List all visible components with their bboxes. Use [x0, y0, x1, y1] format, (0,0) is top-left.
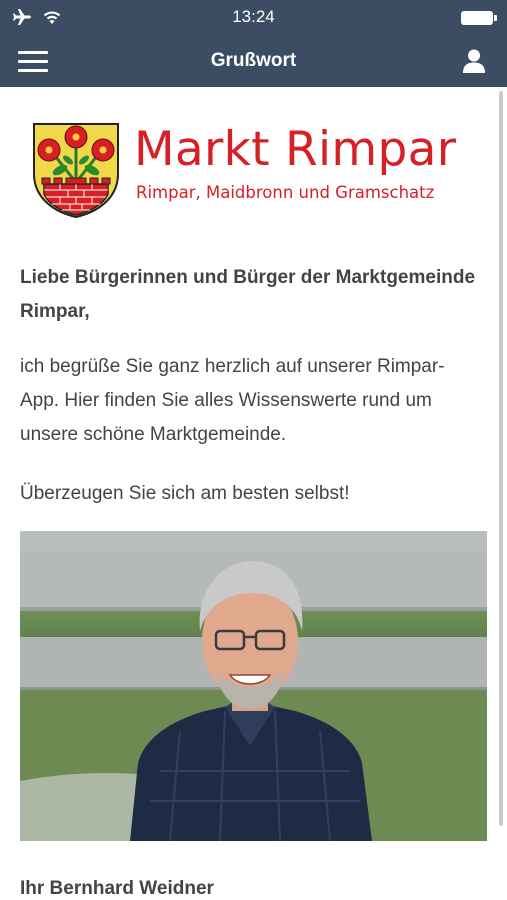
- status-bar: 13:24: [0, 0, 507, 36]
- nav-bar: Grußwort: [0, 36, 507, 87]
- greeting-text: Liebe Bürgerinnen und Bürger der Marktge…: [20, 267, 476, 322]
- page-title: Grußwort: [210, 50, 297, 71]
- closing-text: Überzeugen Sie sich am besten selbst!: [20, 483, 350, 504]
- coat-of-arms-icon: [33, 123, 119, 218]
- status-time: 13:24: [232, 7, 275, 26]
- scrollbar[interactable]: [499, 91, 503, 826]
- mayor-photo: [20, 531, 487, 841]
- battery-icon: [461, 11, 497, 25]
- content-area[interactable]: Markt Rimpar Rimpar, Maidbronn und Grams…: [0, 87, 507, 900]
- logo: Markt Rimpar Rimpar, Maidbronn und Grams…: [32, 122, 472, 222]
- body-text: ich begrüße Sie ganz herzlich auf unsere…: [20, 356, 445, 445]
- signature-text: Ihr Bernhard Weidner: [20, 878, 214, 899]
- user-icon[interactable]: [461, 48, 487, 74]
- app-screen: 13:24 Grußwort Markt Rimpar Rimpar, Maid…: [0, 0, 507, 900]
- logo-title: Markt Rimpar: [134, 122, 457, 177]
- logo-subtitle: Rimpar, Maidbronn und Gramschatz: [136, 183, 435, 202]
